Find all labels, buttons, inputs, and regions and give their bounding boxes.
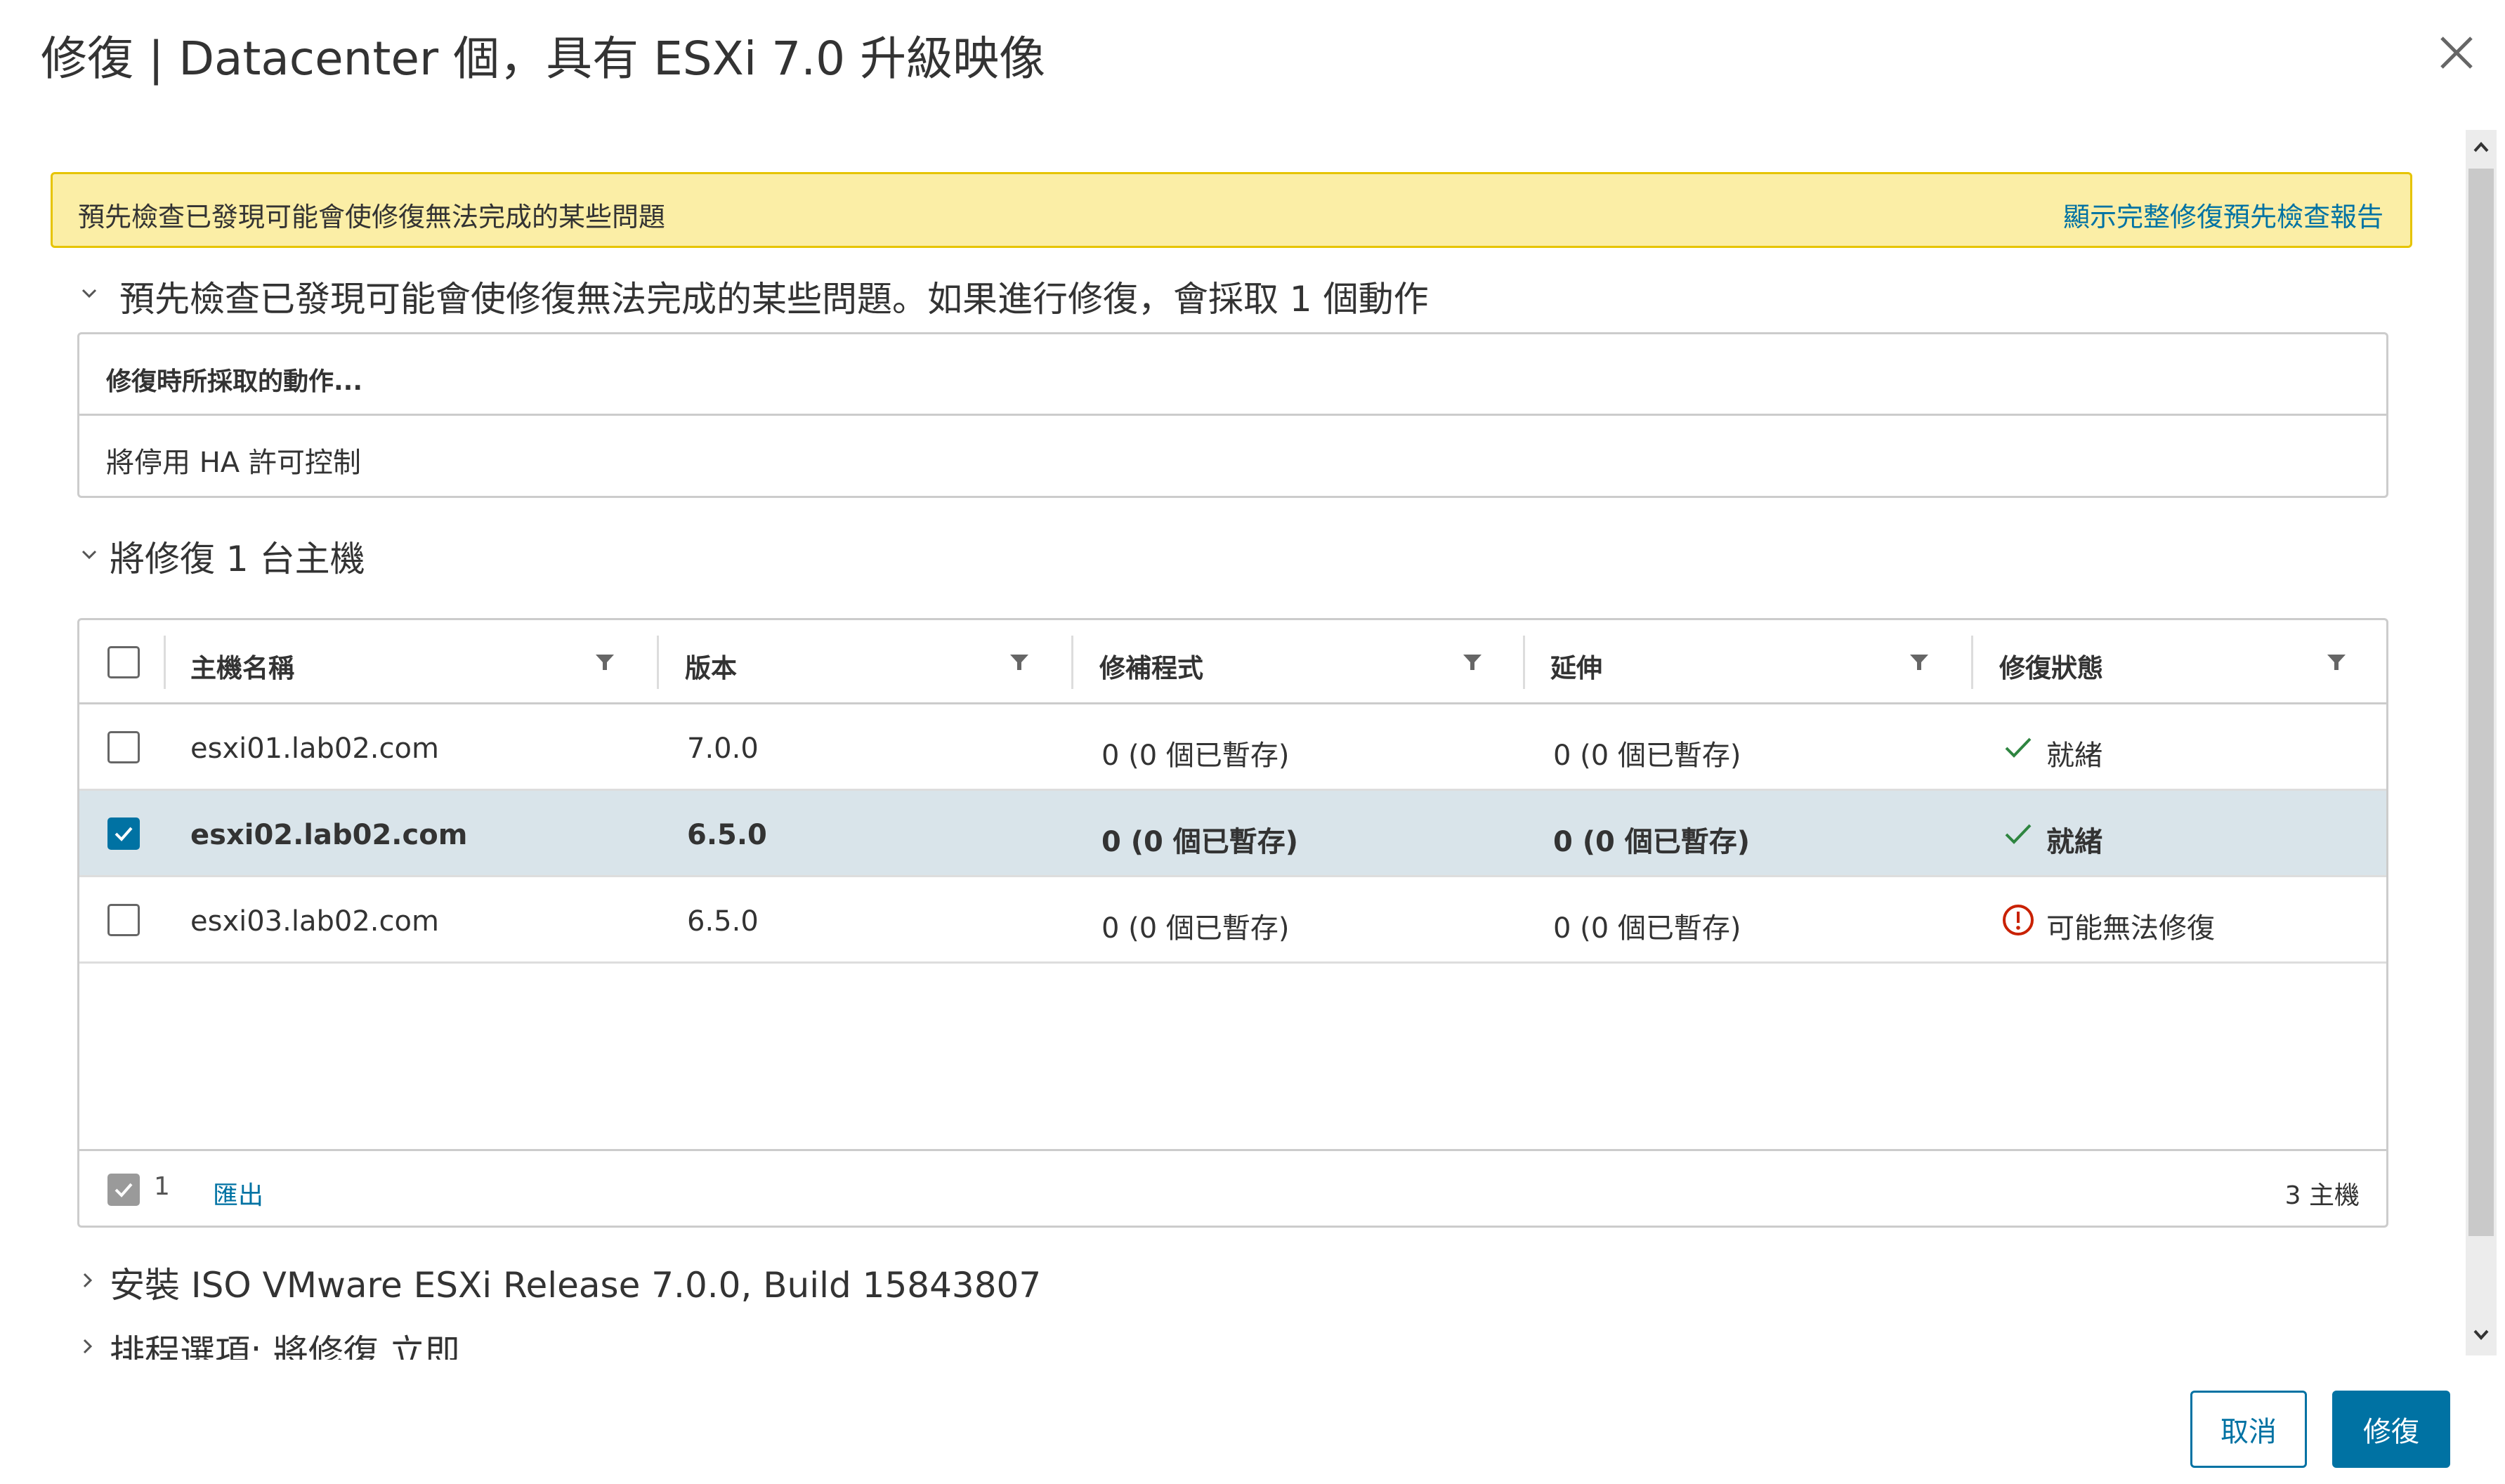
warning-circle-icon: [2003, 905, 2034, 935]
select-all-checkbox[interactable]: [107, 646, 140, 678]
full-report-link[interactable]: 顯示完整修復預先檢查報告: [2063, 195, 2383, 234]
host-version: 6.5.0: [687, 905, 759, 938]
table-row[interactable]: esxi01.lab02.com 7.0.0 0 (0 個已暫存) 0 (0 個…: [79, 704, 2386, 791]
export-link[interactable]: 匯出: [213, 1175, 263, 1212]
host-name: esxi02.lab02.com: [190, 819, 468, 851]
chevron-right-icon[interactable]: [77, 1270, 98, 1291]
host-name: esxi03.lab02.com: [190, 905, 439, 938]
row-checkbox[interactable]: [107, 904, 140, 936]
schedule-section-title[interactable]: 排程選項: 將修復 立即: [110, 1325, 460, 1360]
actions-header-label: 修復時所採取的動作...: [106, 367, 363, 396]
column-header-patches[interactable]: 修補程式: [1099, 647, 1203, 685]
total-hosts: 3 主機: [2284, 1181, 2360, 1210]
host-extensions: 0 (0 個已暫存): [1553, 740, 1741, 772]
host-extensions: 0 (0 個已暫存): [1553, 912, 1741, 945]
action-text: 將停用 HA 許可控制: [106, 447, 361, 479]
remediate-button[interactable]: 修復: [2332, 1391, 2450, 1468]
grid-header: 主機名稱 版本 修補程式 延伸 修復狀態: [79, 620, 2386, 704]
chevron-right-icon[interactable]: [77, 1336, 98, 1357]
host-patches: 0 (0 個已暫存): [1101, 740, 1290, 772]
column-header-version[interactable]: 版本: [685, 647, 737, 685]
filter-icon[interactable]: [1462, 652, 1483, 672]
check-icon: [2005, 737, 2032, 758]
host-patches: 0 (0 個已暫存): [1101, 826, 1299, 858]
actions-table: 修復時所採取的動作... 將停用 HA 許可控制: [77, 332, 2388, 498]
selection-indicator: [107, 1174, 140, 1206]
actions-table-header: 修復時所採取的動作...: [79, 334, 2386, 416]
filter-icon[interactable]: [594, 652, 615, 672]
host-version: 6.5.0: [687, 819, 767, 851]
checkmark-icon: [115, 827, 133, 841]
alert-message: 預先檢查已發現可能會使修復無法完成的某些問題: [78, 202, 666, 232]
row-checkbox[interactable]: [107, 731, 140, 763]
table-row[interactable]: esxi02.lab02.com 6.5.0 0 (0 個已暫存) 0 (0 個…: [79, 791, 2386, 877]
host-patches: 0 (0 個已暫存): [1101, 912, 1290, 945]
grid-footer: 1 匯出 3 主機: [79, 1149, 2386, 1226]
hosts-grid: 主機名稱 版本 修補程式 延伸 修復狀態 esxi01.lab02.com 7.…: [77, 618, 2388, 1228]
cancel-button[interactable]: 取消: [2190, 1391, 2307, 1468]
table-row[interactable]: esxi03.lab02.com 6.5.0 0 (0 個已暫存) 0 (0 個…: [79, 877, 2386, 964]
column-header-status[interactable]: 修復狀態: [1999, 647, 2103, 685]
chevron-down-icon[interactable]: [79, 544, 100, 565]
filter-icon[interactable]: [1009, 652, 1030, 672]
selected-count: 1: [154, 1172, 170, 1201]
install-section-title[interactable]: 安裝 ISO VMware ESXi Release 7.0.0, Build …: [110, 1257, 1041, 1308]
chevron-down-icon[interactable]: [79, 283, 100, 304]
host-status: 可能無法修復: [2046, 912, 2215, 945]
scrollbar-thumb[interactable]: [2468, 169, 2494, 1236]
precheck-alert: 預先檢查已發現可能會使修復無法完成的某些問題 顯示完整修復預先檢查報告: [51, 172, 2412, 248]
host-version: 7.0.0: [687, 733, 759, 765]
host-name: esxi01.lab02.com: [190, 733, 439, 765]
column-header-extensions[interactable]: 延伸: [1550, 647, 1602, 685]
scroll-down-icon[interactable]: [2468, 1320, 2494, 1348]
precheck-section-title[interactable]: 預先檢查已發現可能會使修復無法完成的某些問題。如果進行修復，會採取 1 個動作: [119, 271, 1429, 322]
scroll-up-icon[interactable]: [2468, 133, 2494, 162]
dialog-title: 修復 | Datacenter 個，具有 ESXi 7.0 升級映像: [41, 32, 1046, 86]
checkmark-icon: [115, 1183, 133, 1197]
filter-icon[interactable]: [2326, 652, 2347, 672]
column-header-hostname[interactable]: 主機名稱: [190, 647, 294, 685]
row-checkbox[interactable]: [107, 817, 140, 850]
host-status: 就緒: [2046, 740, 2102, 772]
check-icon: [2005, 824, 2032, 844]
host-status: 就緒: [2046, 826, 2102, 858]
close-icon[interactable]: [2432, 28, 2481, 77]
hosts-section-title[interactable]: 將修復 1 台主機: [110, 531, 365, 582]
filter-icon[interactable]: [1909, 652, 1930, 672]
host-extensions: 0 (0 個已暫存): [1553, 826, 1751, 858]
